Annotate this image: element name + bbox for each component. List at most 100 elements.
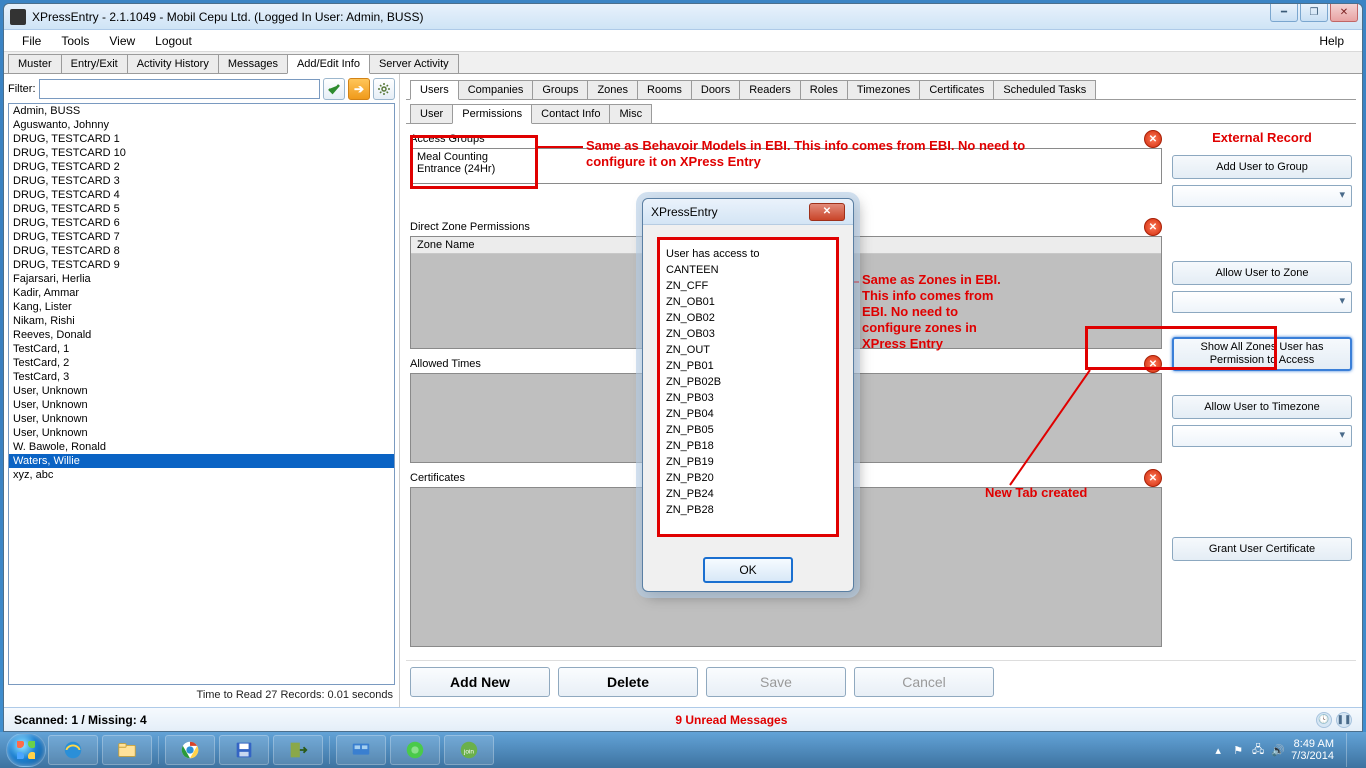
add-new-button[interactable]: Add New — [410, 667, 550, 697]
user-list-item[interactable]: Aguswanto, Johnny — [9, 118, 394, 132]
user-list-item[interactable]: TestCard, 3 — [9, 370, 394, 384]
tray-up-icon[interactable]: ▴ — [1211, 743, 1225, 757]
user-list-item[interactable]: DRUG, TESTCARD 8 — [9, 244, 394, 258]
user-list-item[interactable]: DRUG, TESTCARD 3 — [9, 174, 394, 188]
user-list-item[interactable]: TestCard, 1 — [9, 342, 394, 356]
modal-ok-button[interactable]: OK — [703, 557, 793, 583]
group-select[interactable] — [1172, 185, 1352, 207]
user-list-item[interactable]: W. Bawole, Ronald — [9, 440, 394, 454]
tray-network-icon[interactable]: 🖧 — [1251, 743, 1265, 757]
main-tab-messages[interactable]: Messages — [218, 54, 288, 73]
certificates-remove-button[interactable]: ✕ — [1144, 469, 1162, 487]
zone-select[interactable] — [1172, 291, 1352, 313]
main-tab-muster[interactable]: Muster — [8, 54, 62, 73]
sub-tab-doors[interactable]: Doors — [691, 80, 740, 99]
allow-user-to-timezone-button[interactable]: Allow User to Timezone — [1172, 395, 1352, 419]
cancel-button[interactable]: Cancel — [854, 667, 994, 697]
main-tab-entry-exit[interactable]: Entry/Exit — [61, 54, 128, 73]
user-list[interactable]: Admin, BUSSAguswanto, JohnnyDRUG, TESTCA… — [8, 103, 395, 685]
modal-title: XPressEntry — [651, 205, 718, 219]
pause-icon[interactable]: ❚❚ — [1336, 712, 1352, 728]
taskbar-exit[interactable] — [273, 735, 323, 765]
menu-logout[interactable]: Logout — [145, 32, 202, 50]
inner-tab-misc[interactable]: Misc — [609, 104, 652, 123]
filter-input[interactable] — [39, 79, 321, 99]
user-list-item[interactable]: User, Unknown — [9, 412, 394, 426]
menu-file[interactable]: File — [12, 32, 51, 50]
user-list-item[interactable]: xyz, abc — [9, 468, 394, 482]
main-tab-server-activity[interactable]: Server Activity — [369, 54, 459, 73]
taskbar-chrome[interactable] — [165, 735, 215, 765]
next-filter-button[interactable]: ➔ — [348, 78, 370, 100]
inner-tab-user[interactable]: User — [410, 104, 453, 123]
start-button[interactable] — [6, 733, 46, 767]
clock-icon[interactable]: 🕓 — [1316, 712, 1332, 728]
sub-tab-certificates[interactable]: Certificates — [919, 80, 994, 99]
user-list-item[interactable]: DRUG, TESTCARD 4 — [9, 188, 394, 202]
grant-user-certificate-button[interactable]: Grant User Certificate — [1172, 537, 1352, 561]
sub-tab-zones[interactable]: Zones — [587, 80, 638, 99]
main-tab-add-edit-info[interactable]: Add/Edit Info — [287, 54, 370, 74]
menu-tools[interactable]: Tools — [51, 32, 99, 50]
main-tab-activity-history[interactable]: Activity History — [127, 54, 219, 73]
sub-tab-timezones[interactable]: Timezones — [847, 80, 920, 99]
delete-button[interactable]: Delete — [558, 667, 698, 697]
add-user-to-group-button[interactable]: Add User to Group — [1172, 155, 1352, 179]
taskbar-save[interactable] — [219, 735, 269, 765]
access-groups-remove-button[interactable]: ✕ — [1144, 130, 1162, 148]
direct-zone-remove-button[interactable]: ✕ — [1144, 218, 1162, 236]
sub-tab-users[interactable]: Users — [410, 80, 459, 100]
user-list-item[interactable]: DRUG, TESTCARD 7 — [9, 230, 394, 244]
user-list-item[interactable]: TestCard, 2 — [9, 356, 394, 370]
allowed-times-remove-button[interactable]: ✕ — [1144, 355, 1162, 373]
minimize-button[interactable]: ━ — [1270, 4, 1298, 22]
user-list-item[interactable]: Admin, BUSS — [9, 104, 394, 118]
save-button[interactable]: Save — [706, 667, 846, 697]
user-list-item[interactable]: Nikam, Rishi — [9, 314, 394, 328]
user-list-item[interactable]: Fajarsari, Herlia — [9, 272, 394, 286]
show-desktop-button[interactable] — [1346, 733, 1356, 767]
taskbar-ie[interactable] — [48, 735, 98, 765]
user-list-item[interactable]: DRUG, TESTCARD 5 — [9, 202, 394, 216]
tray-clock[interactable]: 8:49 AM 7/3/2014 — [1291, 738, 1334, 762]
unread-messages[interactable]: 9 Unread Messages — [675, 713, 787, 727]
sub-tab-scheduled-tasks[interactable]: Scheduled Tasks — [993, 80, 1096, 99]
filter-settings-button[interactable] — [373, 78, 395, 100]
user-list-item[interactable]: DRUG, TESTCARD 9 — [9, 258, 394, 272]
taskbar-app-2[interactable] — [390, 735, 440, 765]
annotation-text-2: Same as Zones in EBI. This info comes fr… — [862, 272, 1016, 352]
taskbar-app-1[interactable] — [336, 735, 386, 765]
sub-tab-companies[interactable]: Companies — [458, 80, 534, 99]
user-list-item[interactable]: Kadir, Ammar — [9, 286, 394, 300]
taskbar-app-3[interactable]: join — [444, 735, 494, 765]
timezone-select[interactable] — [1172, 425, 1352, 447]
tray-volume-icon[interactable]: 🔊 — [1271, 743, 1285, 757]
user-list-item[interactable]: User, Unknown — [9, 398, 394, 412]
user-list-item[interactable]: User, Unknown — [9, 384, 394, 398]
user-list-item[interactable]: Reeves, Donald — [9, 328, 394, 342]
sub-tab-readers[interactable]: Readers — [739, 80, 801, 99]
maximize-button[interactable]: ❐ — [1300, 4, 1328, 22]
user-list-item[interactable]: DRUG, TESTCARD 1 — [9, 132, 394, 146]
user-list-item[interactable]: DRUG, TESTCARD 2 — [9, 160, 394, 174]
user-list-item[interactable]: DRUG, TESTCARD 6 — [9, 216, 394, 230]
allow-user-to-zone-button[interactable]: Allow User to Zone — [1172, 261, 1352, 285]
user-list-item[interactable]: DRUG, TESTCARD 10 — [9, 146, 394, 160]
taskbar-explorer[interactable] — [102, 735, 152, 765]
apply-filter-button[interactable] — [323, 78, 345, 100]
tray-flag-icon[interactable]: ⚑ — [1231, 743, 1245, 757]
user-list-item[interactable]: Waters, Willie — [9, 454, 394, 468]
menu-help[interactable]: Help — [1309, 32, 1354, 50]
sub-tab-rooms[interactable]: Rooms — [637, 80, 692, 99]
sub-tab-roles[interactable]: Roles — [800, 80, 848, 99]
user-list-item[interactable]: Kang, Lister — [9, 300, 394, 314]
close-window-button[interactable]: ✕ — [1330, 4, 1358, 22]
sub-tab-groups[interactable]: Groups — [532, 80, 588, 99]
show-all-zones-button[interactable]: Show All Zones User has Permission to Ac… — [1172, 337, 1352, 371]
zone-item: ZN_PB28 — [666, 502, 830, 518]
user-list-item[interactable]: User, Unknown — [9, 426, 394, 440]
menu-view[interactable]: View — [99, 32, 145, 50]
inner-tab-contact-info[interactable]: Contact Info — [531, 104, 610, 123]
inner-tab-permissions[interactable]: Permissions — [452, 104, 532, 124]
modal-close-button[interactable]: ✕ — [809, 203, 845, 221]
